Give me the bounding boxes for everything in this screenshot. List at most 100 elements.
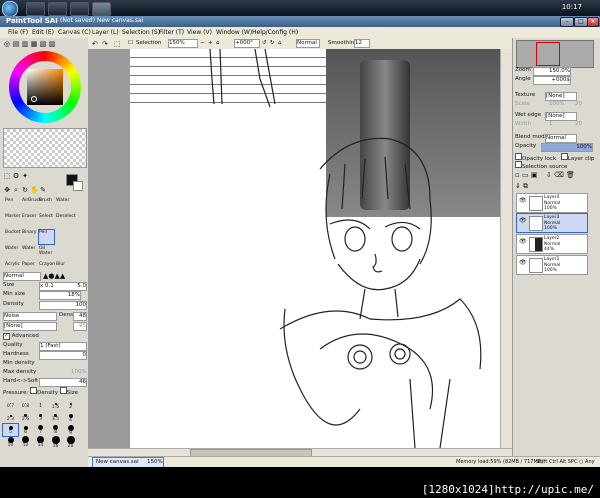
navigator-zoom-field[interactable]: 150.0% [533, 67, 571, 76]
advanced-checkbox[interactable]: ✓ [3, 333, 10, 340]
angle-field[interactable]: +000° [234, 39, 260, 48]
brush-brush[interactable]: Brush [38, 197, 55, 213]
zoom-select[interactable]: 150% [168, 39, 198, 48]
size-preset[interactable]: 10 [3, 436, 18, 448]
size-preset[interactable]: 20 [63, 436, 78, 449]
visibility-eye-icon[interactable]: 👁 [519, 217, 527, 224]
size-preset[interactable]: 4 [63, 412, 78, 424]
size-preset[interactable]: 12 [18, 436, 33, 448]
menu-window[interactable]: Window (W) [216, 29, 252, 36]
opacity-lock-checkbox[interactable] [515, 153, 522, 160]
visibility-eye-icon[interactable]: 👁 [519, 238, 527, 245]
brush-pen[interactable]: Pen [4, 197, 21, 213]
size-preset[interactable]: 2.3 [3, 412, 18, 424]
opacity-slider[interactable]: 100% [541, 143, 593, 152]
rotate-reset-icon[interactable]: ⌂ [278, 40, 282, 46]
dens-value[interactable]: 48 [73, 312, 87, 321]
shape-select[interactable]: [None] [3, 322, 57, 331]
size-preset[interactable]: 1 [33, 400, 48, 412]
brush-eraser[interactable]: Eraser [21, 213, 38, 229]
transfer-down-icon[interactable]: ⇓ [515, 182, 521, 190]
brush-mode-select[interactable]: Normal [3, 272, 41, 281]
menu-filter[interactable]: Filter (T) [159, 29, 184, 36]
magic-wand-icon[interactable]: ✦ [21, 172, 29, 180]
brush-water[interactable]: Water [55, 197, 72, 213]
brush-marker[interactable]: Marker [4, 213, 21, 229]
rotate-ccw-icon[interactable]: ↺ [262, 40, 267, 46]
maximize-icon[interactable]: □ [574, 17, 588, 27]
deselect-icon[interactable]: ⬚ [114, 40, 121, 48]
menu-selection[interactable]: Selection (S) [122, 29, 160, 36]
undo-icon[interactable]: ↶ [92, 40, 98, 48]
size-preset[interactable]: 2.6 [18, 412, 33, 424]
size-preset[interactable]: 2 [63, 400, 78, 412]
hand-tool-icon[interactable]: ✋ [30, 186, 39, 194]
size-preset[interactable]: 14 [33, 436, 48, 448]
mixer-icon[interactable]: ▧ [39, 40, 47, 48]
selection-tool-icon[interactable]: ⬚ [3, 172, 11, 180]
density-slider[interactable]: 100 [39, 301, 87, 310]
brush-empty[interactable] [55, 229, 72, 245]
blend-select[interactable]: Normal [296, 39, 320, 48]
navigator-view-rect[interactable] [536, 42, 560, 66]
brush-shape-icons[interactable]: ▲●▲▲ [43, 272, 65, 280]
layer-item[interactable]: 👁 Layer1 Normal 100% [516, 255, 588, 275]
size-preset[interactable]: 7 [33, 424, 48, 436]
merge-down-icon[interactable]: ⇩ [546, 171, 552, 179]
color-wheel-icon[interactable]: ◎ [3, 40, 11, 48]
menu-file[interactable]: File (F) [8, 29, 28, 36]
size-preset[interactable]: 8 [48, 424, 63, 436]
brush-pen-selected[interactable]: Pen [38, 229, 55, 245]
brush-binary[interactable]: Binary [21, 229, 38, 245]
menu-layer[interactable]: Layer (L) [92, 29, 119, 36]
taskbar-app-button[interactable] [48, 2, 67, 16]
brush-empty[interactable] [55, 245, 72, 261]
size-preset[interactable]: 9 [63, 424, 78, 436]
size-preset[interactable]: 3 [33, 412, 48, 424]
rotate-cw-icon[interactable]: ↻ [270, 40, 275, 46]
merge-visible-icon[interactable]: ⧉ [523, 182, 528, 190]
layer-clip-checkbox[interactable] [560, 153, 568, 160]
taskbar-app-button[interactable] [26, 2, 45, 16]
layer-item-selected[interactable]: 👁 Layer3 Normal 100% [516, 213, 588, 233]
taskbar-app-button[interactable] [92, 2, 111, 16]
brush-water-2[interactable]: Water [4, 245, 21, 261]
brush-water-3[interactable]: Water [21, 245, 38, 261]
move-tool-icon[interactable]: ✥ [3, 186, 11, 194]
selection-source-checkbox[interactable] [515, 161, 522, 168]
brush-deselect[interactable]: Deselect [55, 213, 76, 229]
start-button[interactable] [2, 1, 18, 17]
swatch-palette[interactable] [3, 128, 87, 168]
palette-icon[interactable]: ▦ [30, 40, 38, 48]
hsv-slider-icon[interactable]: ▥ [21, 40, 29, 48]
lasso-tool-icon[interactable]: ʘ [12, 172, 20, 180]
pressure-size-checkbox[interactable] [59, 387, 67, 394]
layer-item[interactable]: 👁 Layer4 Normal 100% [516, 193, 588, 213]
hardness-slider[interactable]: 0 [39, 351, 87, 360]
min-size-slider[interactable]: 18% [39, 291, 81, 300]
texture-select[interactable]: [None] [545, 92, 577, 101]
brush-airbrush[interactable]: AirBrush [21, 197, 41, 213]
rotate-tool-icon[interactable]: ↻ [21, 186, 29, 194]
wet-edge-select[interactable]: [None] [545, 112, 577, 121]
scratchpad-icon[interactable]: ▨ [48, 40, 56, 48]
navigator-angle-field[interactable]: +000$ [533, 76, 571, 85]
smoothing-select[interactable]: 12 [354, 39, 370, 48]
quality-select[interactable]: 1 (Fast) [39, 342, 87, 351]
eyedropper-icon[interactable]: ✎ [39, 186, 47, 194]
size-preset-selected[interactable]: 5 [2, 423, 19, 437]
texture-select[interactable]: Noise [3, 312, 57, 321]
redo-icon[interactable]: ↷ [102, 40, 108, 48]
new-folder-icon[interactable]: ▣ [531, 171, 538, 179]
blend-mode-select[interactable]: Normal [545, 134, 577, 143]
layer-item[interactable]: 👁 Layer2 Normal 44% [516, 234, 588, 254]
brush-bucket[interactable]: Bucket [4, 229, 21, 245]
visibility-eye-icon[interactable]: 👁 [519, 259, 527, 266]
taskbar-app-button[interactable] [70, 2, 89, 16]
size-preset[interactable]: 0.8 [18, 400, 33, 412]
brush-select[interactable]: Select [38, 213, 55, 229]
zoom-out-icon[interactable]: − [200, 40, 205, 46]
menu-help[interactable]: Help/Config (H) [252, 29, 298, 36]
zoom-in-icon[interactable]: + [208, 40, 213, 46]
color-picker-handle[interactable] [31, 96, 37, 102]
